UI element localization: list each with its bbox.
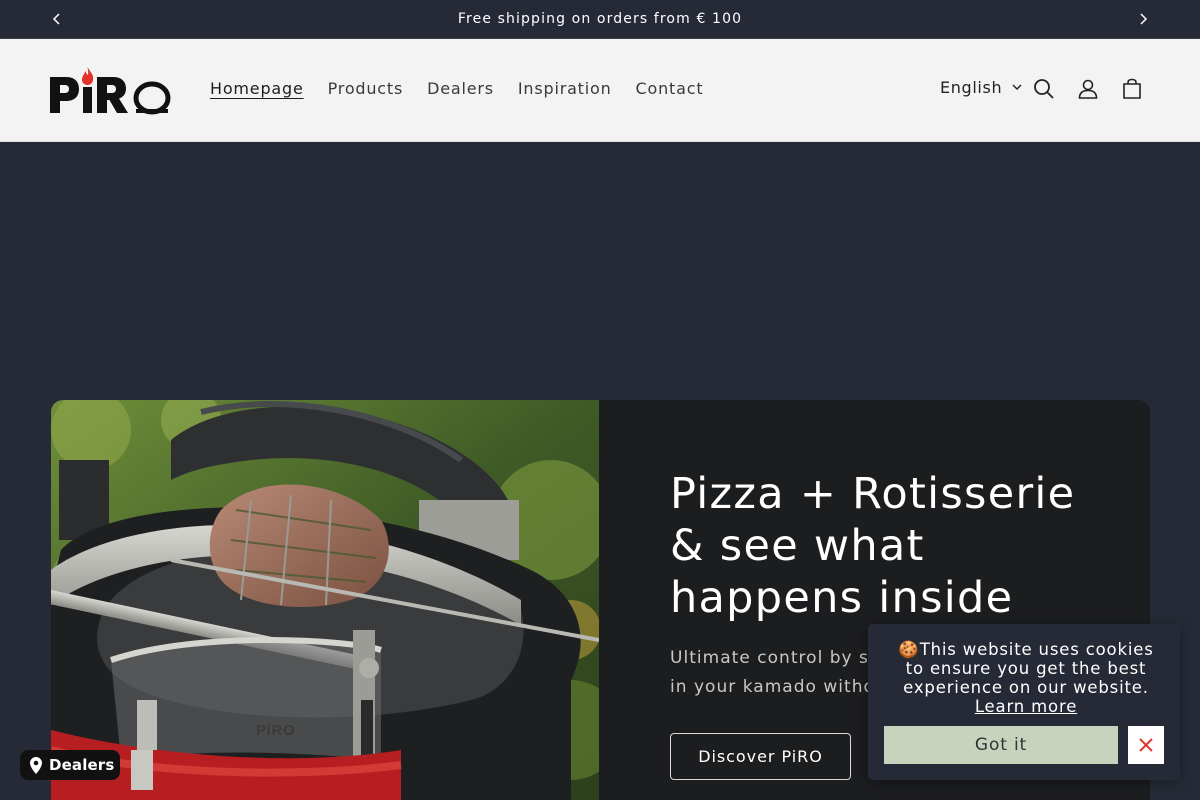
hero-title: Pizza + Rotisserie & see what happens in…: [670, 469, 1076, 623]
dealers-badge-label: Dealers: [49, 756, 115, 774]
hero-subtitle-line-2: in your kamado withou: [670, 677, 887, 697]
nav-inspiration[interactable]: Inspiration: [506, 77, 624, 100]
kamado-rotisserie-photo: PiRO: [51, 400, 599, 800]
search-icon[interactable]: [1031, 76, 1057, 102]
site-header: Homepage Products Dealers Inspiration Co…: [0, 39, 1200, 142]
learn-more-link[interactable]: Learn more: [975, 697, 1077, 716]
announcement-text: Free shipping on orders from € 100: [457, 11, 743, 27]
account-icon[interactable]: [1075, 76, 1101, 102]
cookie-message-text: This website uses cookies to ensure you …: [903, 640, 1154, 697]
chevron-down-icon: [1012, 84, 1022, 90]
close-icon[interactable]: [1128, 726, 1164, 764]
discover-piro-button[interactable]: Discover PiRO: [670, 733, 851, 780]
hero-subtitle-line-1: Ultimate control by see: [670, 648, 892, 668]
cookie-emoji-icon: 🍪: [898, 640, 920, 659]
dealers-badge[interactable]: Dealers: [20, 750, 120, 780]
language-selector[interactable]: English: [940, 78, 1022, 97]
cookie-message: 🍪This website uses cookies to ensure you…: [892, 640, 1160, 716]
map-pin-icon: [30, 756, 42, 774]
language-label: English: [940, 78, 1003, 97]
nav-products[interactable]: Products: [316, 77, 416, 100]
cookie-banner: 🍪This website uses cookies to ensure you…: [868, 624, 1180, 780]
main-nav: Homepage Products Dealers Inspiration Co…: [198, 77, 715, 100]
nav-contact[interactable]: Contact: [624, 77, 716, 100]
hero-background: [0, 142, 1200, 400]
image-brand-label: PiRO: [256, 722, 295, 739]
nav-homepage[interactable]: Homepage: [198, 77, 316, 100]
chevron-left-icon[interactable]: [46, 8, 68, 30]
cookie-accept-button[interactable]: Got it: [884, 726, 1118, 764]
chevron-right-icon[interactable]: [1132, 8, 1154, 30]
cart-icon[interactable]: [1119, 76, 1145, 102]
piro-logo[interactable]: [48, 65, 172, 117]
nav-dealers[interactable]: Dealers: [415, 77, 506, 100]
announcement-bar: Free shipping on orders from € 100: [0, 0, 1200, 39]
